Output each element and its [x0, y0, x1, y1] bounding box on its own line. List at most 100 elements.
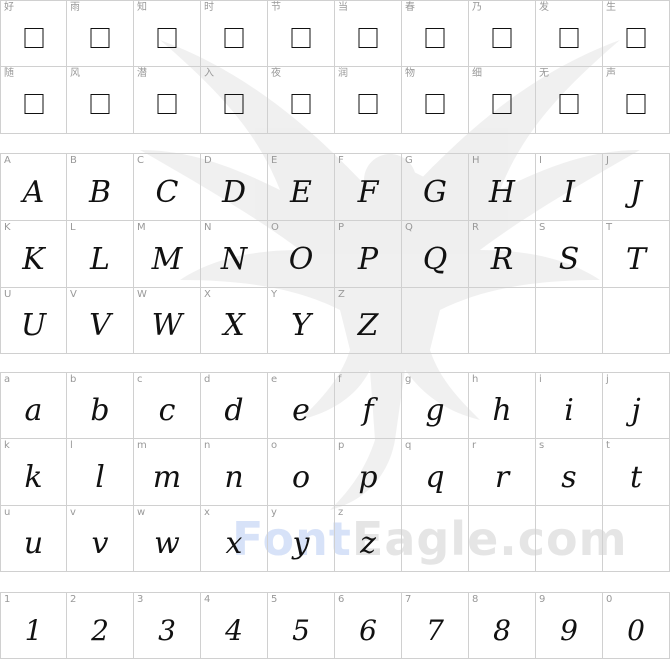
glyph-cell	[536, 288, 603, 354]
glyph-sample: t	[629, 459, 643, 495]
glyph-cell: uu	[0, 506, 67, 572]
glyph-cell: xx	[201, 506, 268, 572]
cell-label: 物	[405, 68, 415, 79]
glyph-sample: h	[492, 393, 512, 428]
glyph-cell: cc	[134, 372, 201, 439]
cell-label: 乃	[472, 2, 482, 13]
glyph-cell	[402, 506, 469, 572]
glyph-sample: 0	[627, 614, 645, 647]
glyph-sample: d	[224, 393, 244, 428]
missing-glyph-box-icon	[24, 94, 43, 114]
glyph-sample: D	[221, 174, 247, 210]
glyph-cell: XX	[201, 288, 268, 354]
missing-glyph-box-icon	[559, 94, 579, 114]
glyph-cell: FF	[335, 153, 402, 221]
glyph-sample: A	[22, 174, 45, 210]
glyph-sample: l	[95, 459, 105, 495]
cjk-cell: 入	[201, 67, 268, 134]
uppercase-row-3: UUVVWWXXYYZZ	[0, 288, 670, 354]
glyph-cell: rr	[469, 439, 536, 506]
uppercase-row-1: AABBCCDDEEFFGGHHIIJJ	[0, 153, 670, 221]
glyph-sample: Z	[357, 308, 379, 343]
glyph-cell: TT	[603, 221, 670, 288]
glyph-cell: qq	[402, 439, 469, 506]
glyph-sample: o	[291, 459, 311, 495]
glyph-cell: 22	[67, 592, 134, 659]
glyph-cell: CC	[134, 153, 201, 221]
glyph-sample: U	[20, 308, 47, 343]
glyph-sample: T	[625, 241, 646, 277]
glyph-cell: pp	[335, 439, 402, 506]
glyph-cell: SS	[536, 221, 603, 288]
cell-label: 知	[137, 2, 147, 13]
glyph-cell: HH	[469, 153, 536, 221]
missing-glyph-box-icon	[157, 94, 177, 114]
cjk-cell: 无	[536, 67, 603, 134]
missing-glyph-box-icon	[492, 27, 512, 48]
glyph-sample: K	[22, 241, 45, 277]
glyph-sample: 1	[24, 614, 43, 647]
cjk-cell: 物	[402, 67, 469, 134]
cell-label: 好	[4, 2, 14, 13]
glyph-cell: DD	[201, 153, 268, 221]
glyph-cell: bb	[67, 372, 134, 439]
glyph-sample: B	[88, 174, 112, 210]
glyph-sample: r	[494, 459, 510, 495]
glyph-sample: S	[558, 241, 580, 277]
cell-label: 生	[606, 2, 616, 13]
glyph-cell: GG	[402, 153, 469, 221]
glyph-sample: Q	[422, 241, 448, 277]
cjk-cell: 随	[0, 67, 67, 134]
glyph-cell: dd	[201, 372, 268, 439]
glyph-sample: p	[358, 459, 378, 495]
glyph-cell: ll	[67, 439, 134, 506]
glyph-cell: MM	[134, 221, 201, 288]
glyph-cell: aa	[0, 372, 67, 439]
glyph-cell: AA	[0, 153, 67, 221]
cjk-cell: 生	[603, 0, 670, 67]
cell-label: 润	[338, 68, 348, 79]
cjk-cell: 乃	[469, 0, 536, 67]
glyph-sample: O	[288, 241, 314, 277]
glyph-cell: QQ	[402, 221, 469, 288]
glyph-cell: vv	[67, 506, 134, 572]
glyph-cell: 66	[335, 592, 402, 659]
missing-glyph-box-icon	[425, 27, 445, 48]
glyph-cell: 77	[402, 592, 469, 659]
glyph-sample: e	[292, 393, 310, 428]
glyph-sample: 6	[359, 614, 377, 647]
glyph-cell: gg	[402, 372, 469, 439]
glyph-cell	[603, 506, 670, 572]
glyph-sample: C	[155, 174, 179, 210]
glyph-sample: F	[357, 174, 379, 210]
glyph-cell: NN	[201, 221, 268, 288]
cjk-cell: 发	[536, 0, 603, 67]
glyph-sample: 8	[493, 614, 511, 647]
missing-glyph-box-icon	[24, 27, 43, 48]
glyph-sample: j	[631, 393, 641, 428]
glyph-cell: 33	[134, 592, 201, 659]
cjk-cell: 时	[201, 0, 268, 67]
glyph-sample: c	[158, 393, 176, 428]
glyph-cell: hh	[469, 372, 536, 439]
glyph-sample: u	[23, 526, 44, 561]
glyph-cell: mm	[134, 439, 201, 506]
glyph-sample: H	[488, 174, 516, 210]
cell-label: 细	[472, 68, 482, 79]
cjk-cell: 当	[335, 0, 402, 67]
glyph-cell: ee	[268, 372, 335, 439]
glyph-sample: I	[563, 174, 575, 210]
glyph-cell	[469, 506, 536, 572]
missing-glyph-box-icon	[358, 94, 378, 114]
glyph-cell: VV	[67, 288, 134, 354]
cjk-cell: 细	[469, 67, 536, 134]
glyph-cell	[536, 506, 603, 572]
digit-row: 11223344556677889900	[0, 592, 670, 659]
glyph-sample: g	[425, 393, 445, 428]
cell-label: 入	[204, 68, 214, 79]
glyph-cell: II	[536, 153, 603, 221]
cjk-cell: 雨	[67, 0, 134, 67]
glyph-sample: 2	[91, 614, 109, 647]
glyph-sample: q	[425, 459, 445, 495]
glyph-sample: V	[89, 308, 111, 343]
